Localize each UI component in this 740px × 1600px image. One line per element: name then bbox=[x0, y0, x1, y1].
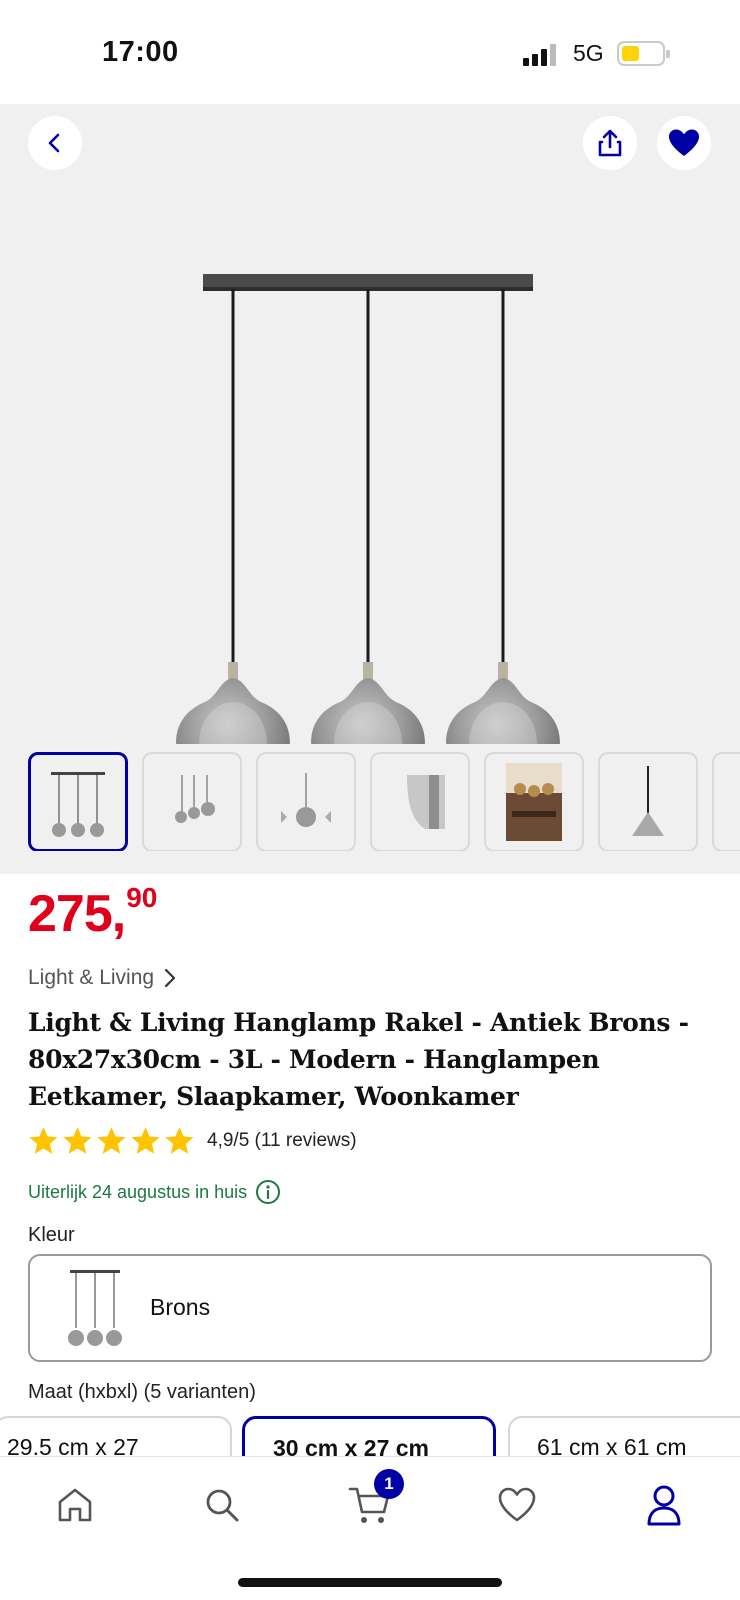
product-gallery[interactable] bbox=[0, 104, 740, 874]
star-icon bbox=[131, 1127, 160, 1154]
thumbnail[interactable] bbox=[598, 752, 698, 851]
thumbnail[interactable] bbox=[712, 752, 740, 851]
heart-icon bbox=[498, 1487, 536, 1522]
tab-cart[interactable]: 1 bbox=[344, 1469, 404, 1531]
info-icon[interactable] bbox=[255, 1179, 281, 1205]
thumbnail[interactable] bbox=[370, 752, 470, 851]
home-indicator bbox=[238, 1578, 502, 1587]
status-bar: 17:00 5G bbox=[0, 0, 740, 104]
delivery-text: Uiterlijk 24 augustus in huis bbox=[28, 1181, 248, 1202]
thumbnail[interactable] bbox=[256, 752, 356, 851]
tab-account[interactable] bbox=[638, 1479, 690, 1531]
star-icon bbox=[63, 1127, 92, 1154]
battery-icon bbox=[617, 41, 670, 66]
tab-search[interactable] bbox=[196, 1479, 248, 1531]
star-icon bbox=[97, 1127, 126, 1154]
star-icon bbox=[29, 1127, 58, 1154]
thumbnail-strip[interactable] bbox=[0, 747, 740, 851]
color-swatch-image bbox=[68, 1270, 122, 1346]
star-icon bbox=[165, 1127, 194, 1154]
back-button[interactable] bbox=[28, 116, 82, 170]
network-label: 5G bbox=[573, 40, 604, 66]
brand-link[interactable]: Light & Living bbox=[28, 966, 176, 990]
search-icon bbox=[206, 1489, 239, 1522]
color-selector[interactable]: Brons bbox=[28, 1254, 712, 1362]
cart-count-badge: 1 bbox=[374, 1469, 404, 1499]
color-label: Kleur bbox=[28, 1224, 75, 1246]
price-cents: 90 bbox=[126, 882, 158, 913]
thumbnail[interactable] bbox=[28, 752, 128, 851]
home-icon bbox=[58, 1488, 92, 1522]
heart-filled-icon bbox=[669, 129, 699, 156]
price: 275,90 bbox=[28, 882, 158, 944]
brand-name: Light & Living bbox=[28, 966, 155, 989]
product-title: Light & Living Hanglamp Rakel - Antiek B… bbox=[28, 1008, 689, 1111]
thumbnail[interactable] bbox=[142, 752, 242, 851]
signal-icon bbox=[523, 42, 561, 66]
rating-stars bbox=[28, 1126, 195, 1156]
thumbnail[interactable] bbox=[484, 752, 584, 851]
profile-icon bbox=[647, 1485, 681, 1526]
share-icon bbox=[598, 129, 622, 157]
color-value: Brons bbox=[150, 1294, 211, 1320]
chevron-left-icon bbox=[48, 133, 60, 153]
chevron-right-icon bbox=[164, 968, 176, 988]
delivery-info[interactable]: Uiterlijk 24 augustus in huis bbox=[28, 1179, 281, 1205]
favorite-button[interactable] bbox=[657, 116, 711, 170]
tab-wishlist[interactable] bbox=[491, 1479, 543, 1531]
tab-home[interactable] bbox=[49, 1479, 101, 1531]
status-time: 17:00 bbox=[102, 36, 179, 68]
size-label: Maat (hxbxl) (5 varianten) bbox=[28, 1381, 256, 1403]
rating[interactable]: 4,9/5 (11 reviews) bbox=[28, 1126, 357, 1156]
product-image[interactable] bbox=[150, 184, 590, 744]
price-main: 275, bbox=[28, 885, 126, 943]
rating-text: 4,9/5 (11 reviews) bbox=[207, 1130, 357, 1151]
share-button[interactable] bbox=[583, 116, 637, 170]
